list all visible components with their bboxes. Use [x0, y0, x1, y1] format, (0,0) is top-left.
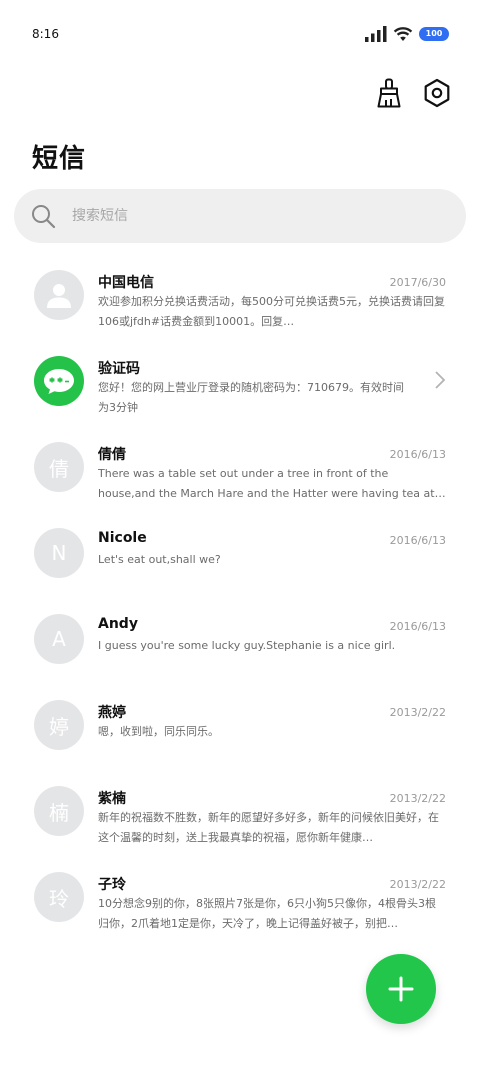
- message-sender: 子玲: [98, 877, 126, 893]
- message-date: 2013/2/22: [389, 878, 446, 891]
- brush-clean-icon: [377, 78, 401, 108]
- person-icon: [47, 284, 71, 308]
- message-item[interactable]: 倩 倩倩 2016/6/13 There was a table set out…: [0, 434, 480, 520]
- message-preview: I guess you're some lucky guy.Stephanie …: [98, 639, 396, 652]
- message-preview: 新年的祝福数不胜数，新年的愿望好多好多，新年的问候依旧美好，在这个温馨的时刻，送…: [98, 811, 439, 844]
- message-date: 2016/6/13: [389, 620, 446, 633]
- wifi-icon: [393, 27, 413, 41]
- message-sender: 燕婷: [98, 705, 126, 721]
- avatar: 倩: [34, 442, 84, 492]
- avatar: A: [34, 614, 84, 664]
- message-preview: 您好！您的网上营业厅登录的随机密码为：710679。有效时间为3分钟: [98, 381, 404, 414]
- message-item[interactable]: A Andy 2016/6/13 I guess you're some luc…: [0, 606, 480, 692]
- message-bubble-icon: [44, 369, 74, 394]
- avatar: 玲: [34, 872, 84, 922]
- message-sender: 中国电信: [98, 275, 154, 291]
- avatar: 楠: [34, 786, 84, 836]
- status-icons: 100: [365, 22, 449, 46]
- toolbar: [374, 76, 452, 110]
- message-preview: 嗯，收到啦，同乐同乐。: [98, 725, 219, 738]
- avatar: [34, 270, 84, 320]
- message-item[interactable]: N Nicole 2016/6/13 Let's eat out,shall w…: [0, 520, 480, 606]
- settings-hexagon-icon: [424, 78, 450, 108]
- search-bar[interactable]: [14, 189, 466, 243]
- avatar: [34, 356, 84, 406]
- chevron-right-icon[interactable]: [434, 370, 446, 390]
- avatar: N: [34, 528, 84, 578]
- message-sender: Andy: [98, 616, 138, 632]
- message-sender: 验证码: [98, 361, 140, 377]
- message-item[interactable]: 婷 燕婷 2013/2/22 嗯，收到啦，同乐同乐。: [0, 692, 480, 778]
- message-list: 中国电信 2017/6/30 欢迎参加积分兑换话费活动，每500分可兑换话费5元…: [0, 262, 480, 950]
- message-date: 2013/2/22: [389, 706, 446, 719]
- message-item[interactable]: 中国电信 2017/6/30 欢迎参加积分兑换话费活动，每500分可兑换话费5元…: [0, 262, 480, 348]
- message-date: 2016/6/13: [389, 534, 446, 547]
- plus-icon: [388, 976, 414, 1002]
- message-item[interactable]: 楠 紫楠 2013/2/22 新年的祝福数不胜数，新年的愿望好多好多，新年的问候…: [0, 778, 480, 864]
- message-date: 2013/2/22: [389, 792, 446, 805]
- search-input[interactable]: [70, 207, 404, 225]
- message-item[interactable]: 玲 子玲 2013/2/22 10分想念9别的你，8张照片7张是你，6只小狗5只…: [0, 864, 480, 950]
- signal-icon: [365, 26, 387, 42]
- battery-icon: 100: [419, 27, 449, 41]
- message-sender: 倩倩: [98, 447, 126, 463]
- search-icon: [32, 205, 56, 229]
- message-sender: Nicole: [98, 530, 147, 546]
- message-date: 2016/6/13: [389, 448, 446, 461]
- new-message-button[interactable]: [366, 954, 436, 1024]
- page-title: 短信: [32, 144, 87, 174]
- clean-button[interactable]: [374, 76, 404, 110]
- message-date: 2017/6/30: [389, 276, 446, 289]
- message-item[interactable]: 验证码 您好！您的网上营业厅登录的随机密码为：710679。有效时间为3分钟: [0, 348, 480, 434]
- message-preview: There was a table set out under a tree i…: [98, 467, 435, 500]
- status-time: 8:16: [32, 27, 59, 41]
- message-preview: Let's eat out,shall we?: [98, 553, 221, 566]
- settings-button[interactable]: [422, 76, 452, 110]
- message-sender: 紫楠: [98, 791, 126, 807]
- avatar: 婷: [34, 700, 84, 750]
- message-preview: 欢迎参加积分兑换话费活动，每500分可兑换话费5元，兑换话费请回复106或jfd…: [98, 295, 445, 328]
- status-bar: 8:16 100: [0, 0, 480, 70]
- message-preview: 10分想念9别的你，8张照片7张是你，6只小狗5只像你，4根骨头3根归你，2爪着…: [98, 897, 436, 930]
